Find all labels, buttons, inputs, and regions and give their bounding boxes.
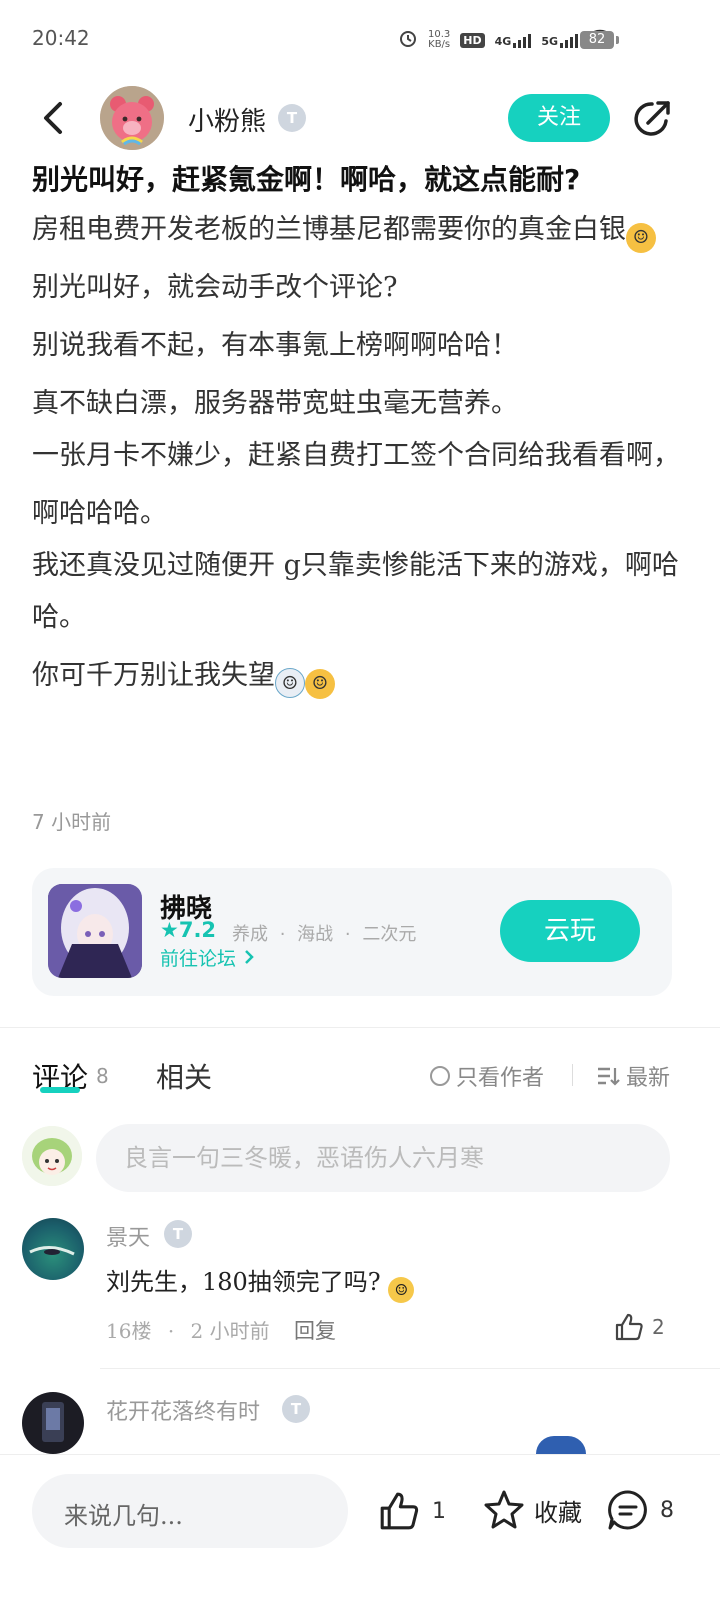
level-badge-icon: T xyxy=(164,1220,192,1248)
laughing-emoji-icon: ☺ xyxy=(626,223,656,253)
net-speed: 10.3 KB/s xyxy=(428,30,450,50)
laughing-emoji-icon: ☺ xyxy=(305,669,335,699)
favorite-button[interactable]: 收藏 xyxy=(482,1488,582,1532)
commenter-name[interactable]: 景天 xyxy=(106,1220,150,1252)
thumbs-up-icon xyxy=(615,1313,643,1341)
game-rating-value: 7.2 xyxy=(178,918,217,942)
comment-divider xyxy=(100,1368,720,1369)
post-paragraph: 别光叫好，就会动手改个评论? xyxy=(32,272,398,303)
comments-count: 8 xyxy=(660,1497,674,1523)
cloud-play-button[interactable]: 云玩 xyxy=(500,900,640,962)
signal-icon xyxy=(513,32,532,48)
game-icon[interactable] xyxy=(48,884,142,978)
star-icon: ★ xyxy=(160,918,179,942)
post-paragraph: 一张月卡不嫌少，赶紧自费打工签个合同给我看看啊， xyxy=(32,440,680,471)
sort-icon xyxy=(598,1067,620,1086)
sort-toggle[interactable]: 最新 xyxy=(596,1060,670,1092)
clown-emoji-icon: ☺ xyxy=(275,668,305,698)
forum-link[interactable]: 前往论坛 xyxy=(160,944,256,971)
level-badge-icon: T xyxy=(282,1395,310,1423)
separator xyxy=(572,1064,573,1086)
commenter-avatar[interactable] xyxy=(22,1392,84,1454)
alarm-icon xyxy=(398,28,418,52)
commenter-name[interactable]: 花开花落终有时 xyxy=(106,1394,260,1426)
post-paragraph: 啊哈哈哈。 xyxy=(32,498,167,529)
only-author-label: 只看作者 xyxy=(456,1066,545,1091)
post-body: 房租电费开发老板的兰博基尼都需要你的真金白银 ☺ 别光叫好，就会动手改个评论? 别… xyxy=(32,204,692,708)
comment-floor: 16楼 xyxy=(106,1319,152,1343)
comment-time: 2 小时前 xyxy=(190,1319,270,1343)
comment-bubble-icon xyxy=(608,1490,647,1530)
tab-related[interactable]: 相关 xyxy=(156,1056,212,1096)
network-4g-label: 4G xyxy=(494,35,512,48)
like-count: 1 xyxy=(432,1498,446,1524)
back-button[interactable] xyxy=(36,98,76,138)
favorite-label: 收藏 xyxy=(534,1498,582,1527)
comment-like-count: 2 xyxy=(652,1315,665,1339)
network-5g-label: 5G xyxy=(541,35,558,48)
comment-meta: 16楼 · 2 小时前 xyxy=(106,1319,270,1343)
clock: 20:42 xyxy=(32,26,90,50)
level-badge-icon: T xyxy=(278,104,306,132)
thumbs-up-icon xyxy=(380,1492,419,1530)
author-avatar[interactable] xyxy=(100,86,164,150)
network-4g: 4G xyxy=(495,32,532,48)
like-button[interactable]: 1 xyxy=(378,1490,446,1532)
smirk-emoji-icon: ☺ xyxy=(388,1277,415,1303)
star-outline-icon xyxy=(484,1490,524,1529)
only-author-toggle[interactable]: 只看作者 xyxy=(430,1060,544,1092)
forum-link-label: 前往论坛 xyxy=(160,948,237,970)
post-text: 房租电费开发老板的兰博基尼都需要你的真金白银 xyxy=(32,214,626,245)
share-button[interactable] xyxy=(630,97,674,141)
bottom-input-hint: 来说几句... xyxy=(64,1502,183,1530)
share-icon xyxy=(634,101,670,136)
my-avatar xyxy=(22,1126,82,1186)
follow-button[interactable]: 关注 xyxy=(508,94,610,142)
net-speed-unit: KB/s xyxy=(428,39,451,50)
post-title: 别光叫好，赶紧氪金啊！啊哈，就这点能耐? xyxy=(32,163,581,196)
comment-like-button[interactable]: 2 xyxy=(614,1312,665,1342)
bottom-comment-input[interactable]: 来说几句... xyxy=(32,1474,348,1548)
sort-label: 最新 xyxy=(626,1066,671,1091)
post-paragraph: 你可千万别让我失望 ☺ ☺ xyxy=(32,650,692,702)
chevron-right-icon xyxy=(245,950,254,964)
post-text: 你可千万别让我失望 xyxy=(32,660,275,691)
sticker-image xyxy=(536,1436,586,1454)
chevron-left-icon xyxy=(44,102,62,134)
post-paragraph: 真不缺白漂，服务器带宽蛀虫毫无营养。 xyxy=(32,388,518,419)
comment-text: 刘先生，180抽领完了吗? ☺ xyxy=(106,1262,415,1303)
hd-icon: HD xyxy=(460,32,485,48)
section-divider xyxy=(0,1027,720,1028)
post-paragraph: 别说我看不起，有本事氪上榜啊啊哈哈！ xyxy=(32,330,518,361)
signal-icon xyxy=(560,32,578,48)
comment-count: 8 xyxy=(96,1064,109,1088)
comment-input[interactable] xyxy=(96,1124,670,1192)
comments-button[interactable]: 8 xyxy=(606,1488,674,1532)
game-tags: 养成 · 海战 · 二次元 xyxy=(232,924,417,945)
battery-icon: 82 xyxy=(580,31,619,49)
author-name[interactable]: 小粉熊 xyxy=(188,101,266,138)
network-5g: 5G xyxy=(541,32,578,48)
radio-icon xyxy=(430,1066,450,1086)
reply-button[interactable]: 回复 xyxy=(294,1315,336,1345)
post-paragraph: 我还真没见过随便开 g只靠卖惨能活下来的游戏，啊哈哈。 xyxy=(32,550,679,633)
post-paragraph: 房租电费开发老板的兰博基尼都需要你的真金白银 ☺ xyxy=(32,204,692,256)
tab-indicator xyxy=(40,1087,80,1093)
comment-text-content: 刘先生，180抽领完了吗? xyxy=(106,1268,381,1296)
game-rating: ★7.2 xyxy=(160,918,216,942)
post-time: 7 小时前 xyxy=(32,810,112,834)
commenter-avatar[interactable] xyxy=(22,1218,84,1280)
